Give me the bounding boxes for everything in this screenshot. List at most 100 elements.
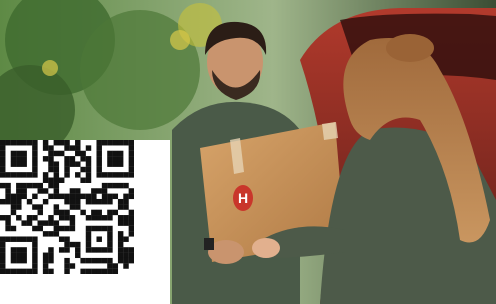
qr-data-module: [75, 204, 81, 210]
qr-alignment-module: [107, 225, 113, 232]
qr-data-module: [37, 209, 43, 216]
qr-finder-module: [21, 268, 27, 274]
qr-data-module: [64, 209, 70, 216]
qr-data-module: [58, 215, 65, 221]
qr-finder-module: [21, 257, 27, 264]
qr-data-module: [85, 161, 92, 167]
qr-data-module: [64, 161, 70, 167]
qr-data-module: [0, 198, 6, 205]
qr-data-module: [48, 257, 54, 264]
qr-data-module: [75, 140, 81, 146]
qr-data-module: [112, 263, 119, 269]
qr-alignment-module: [96, 225, 102, 232]
qr-finder-module: [32, 145, 38, 151]
qr-finder-module: [10, 150, 17, 157]
qr-data-module: [123, 204, 129, 210]
qr-data-module: [42, 140, 49, 146]
qr-data-module: [96, 198, 102, 205]
qr-finder-module: [0, 236, 6, 242]
qr-finder-module: [96, 161, 102, 167]
qr-data-module: [75, 145, 81, 151]
qr-data-module: [123, 182, 129, 189]
qr-data-module: [75, 161, 81, 167]
qr-data-module: [91, 268, 97, 274]
qr-data-module: [16, 204, 22, 210]
qr-finder-module: [32, 140, 38, 146]
qr-alignment-module: [107, 236, 113, 242]
box-logo: H: [233, 185, 253, 211]
qr-data-module: [75, 247, 81, 253]
qr-code-icon: [0, 140, 134, 274]
qr-data-module: [80, 150, 86, 157]
qr-data-module: [53, 182, 60, 189]
qr-finder-module: [21, 161, 27, 167]
qr-finder-module: [0, 241, 6, 248]
qr-data-module: [123, 247, 129, 253]
qr-data-module: [5, 220, 11, 226]
qr-data-module: [64, 198, 70, 205]
qr-finder-module: [0, 150, 6, 157]
qr-finder-module: [0, 156, 6, 162]
qr-data-module: [42, 231, 49, 237]
qr-data-module: [64, 257, 70, 264]
qr-data-module: [85, 198, 92, 205]
qr-finder-module: [96, 145, 102, 151]
qr-data-module: [80, 166, 86, 173]
qr-data-module: [123, 215, 129, 221]
qr-data-module: [21, 193, 27, 200]
qr-finder-module: [16, 236, 22, 242]
qr-finder-module: [117, 156, 124, 162]
qr-finder-module: [101, 140, 108, 146]
qr-alignment-module: [107, 241, 113, 248]
box-logo-letter: H: [237, 190, 249, 206]
qr-data-module: [69, 145, 76, 151]
qr-data-module: [112, 182, 119, 189]
qr-code-card: [0, 140, 170, 304]
qr-data-module: [58, 247, 65, 253]
qr-data-module: [85, 177, 92, 183]
qr-data-module: [37, 204, 43, 210]
qr-finder-module: [32, 156, 38, 162]
qr-data-module: [128, 257, 134, 264]
qr-finder-module: [96, 140, 102, 146]
qr-finder-module: [96, 166, 102, 173]
qr-data-module: [80, 268, 86, 274]
qr-data-module: [58, 177, 65, 183]
qr-finder-module: [16, 252, 22, 259]
qr-data-module: [53, 140, 60, 146]
qr-finder-module: [117, 150, 124, 157]
qr-data-module: [48, 182, 54, 189]
qr-data-module: [48, 166, 54, 173]
qr-data-module: [69, 193, 76, 200]
delivery-photo: H: [0, 0, 496, 304]
qr-finder-module: [32, 241, 38, 248]
qr-data-module: [0, 215, 6, 221]
qr-alignment-module: [91, 247, 97, 253]
qr-finder-module: [0, 172, 6, 178]
qr-data-module: [101, 268, 108, 274]
qr-data-module: [85, 166, 92, 173]
qr-timing-module: [75, 172, 81, 178]
qr-finder-module: [5, 140, 11, 146]
qr-data-module: [26, 220, 33, 226]
qr-data-module: [58, 140, 65, 146]
qr-data-module: [53, 166, 60, 173]
qr-finder-module: [96, 156, 102, 162]
qr-finder-module: [32, 252, 38, 259]
qr-alignment-module: [107, 231, 113, 237]
qr-finder-module: [16, 268, 22, 274]
qr-data-module: [53, 177, 60, 183]
qr-finder-module: [0, 268, 6, 274]
qr-data-module: [96, 209, 102, 216]
qr-alignment-module: [96, 236, 102, 242]
qr-timing-module: [53, 172, 60, 178]
qr-data-module: [91, 188, 97, 194]
qr-data-module: [128, 188, 134, 194]
qr-data-module: [48, 220, 54, 226]
qr-data-module: [101, 257, 108, 264]
qr-data-module: [101, 188, 108, 194]
qr-data-module: [64, 241, 70, 248]
qr-timing-module: [42, 172, 49, 178]
qr-finder-module: [96, 150, 102, 157]
qr-data-module: [48, 145, 54, 151]
